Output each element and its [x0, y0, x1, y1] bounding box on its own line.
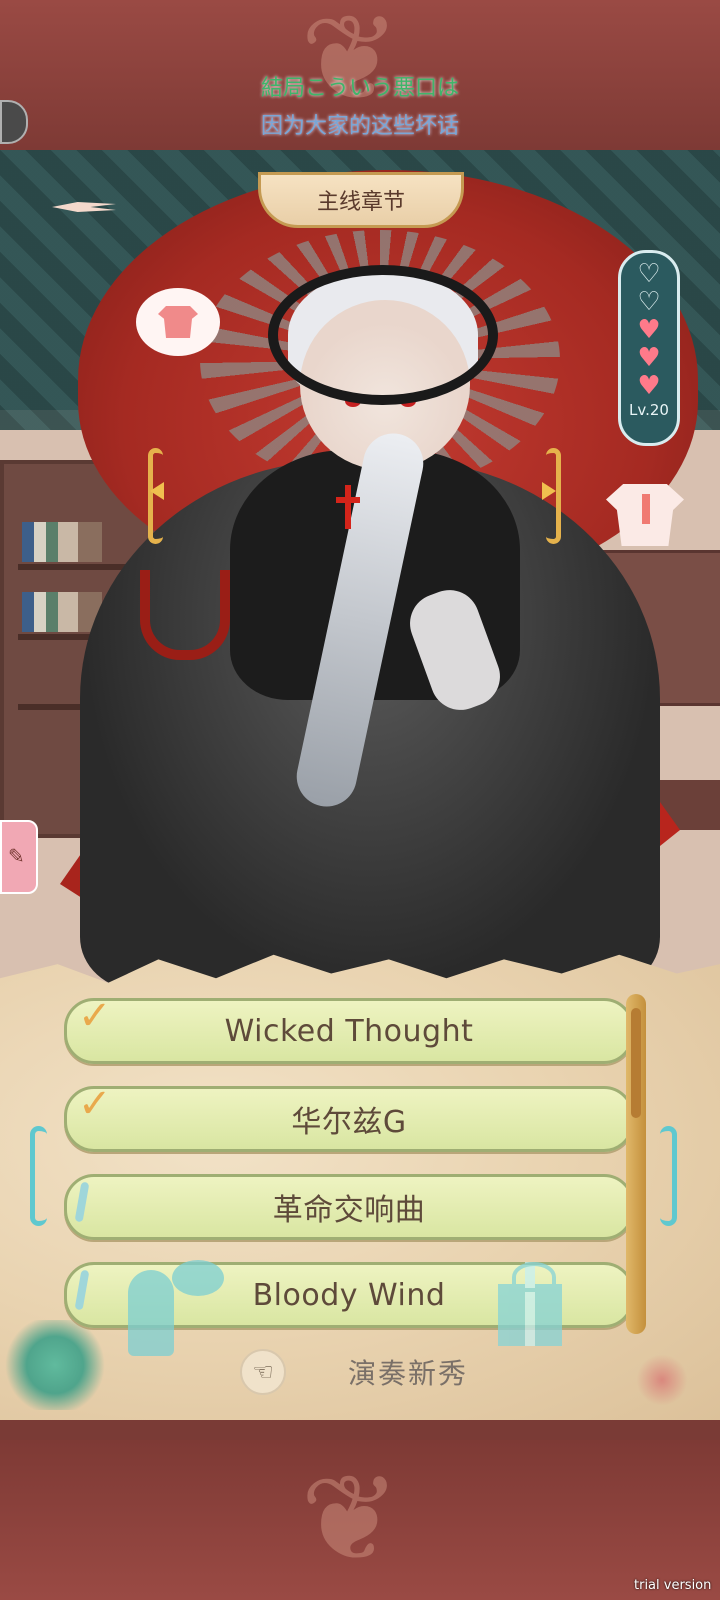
parasol-handle	[140, 570, 230, 660]
next-page-button[interactable]	[654, 1126, 698, 1226]
song-item[interactable]: 华尔兹G	[64, 1086, 634, 1152]
hand-icon: ☜	[240, 1349, 286, 1395]
chat-icon[interactable]	[128, 1260, 226, 1356]
chevron-right-icon	[542, 482, 556, 500]
gift-icon[interactable]	[498, 1262, 562, 1346]
chevron-left-icon	[150, 482, 164, 500]
song-item[interactable]: Wicked Thought	[64, 998, 634, 1064]
song-scrollbar-thumb[interactable]	[631, 1008, 641, 1118]
shirt-icon	[158, 306, 198, 338]
chapter-label: 主线章节	[316, 190, 405, 215]
heart-filled-icon: ♥	[637, 315, 661, 345]
dialogue-title: 結局こういう悪口は 因为大家的这些坏话	[228, 70, 492, 170]
bookcase-books	[22, 592, 102, 632]
dialogue-title-line2: 因为大家的这些坏话	[260, 114, 459, 139]
prev-outfit-button[interactable]	[110, 428, 176, 554]
level-label: Lv.20	[629, 401, 669, 419]
check-icon: ✓	[78, 993, 112, 1039]
cross-ornament	[336, 485, 360, 529]
chat-bubble-shape	[172, 1260, 224, 1296]
perform-button[interactable]: ☜ 演奏新秀	[240, 1346, 490, 1398]
song-label: Wicked Thought	[224, 1013, 474, 1049]
heart-filled-icon: ♥	[637, 343, 661, 373]
song-label: 华尔兹G	[291, 1105, 407, 1140]
perform-label: 演奏新秀	[348, 1357, 469, 1390]
heart-empty-icon: ♡	[637, 287, 661, 317]
shirt-tie	[642, 494, 650, 524]
note-icon[interactable]	[0, 820, 38, 894]
chat-person-shape	[128, 1270, 174, 1356]
check-icon: ✓	[78, 1081, 112, 1127]
heart-filled-icon: ♥	[637, 371, 661, 401]
chapter-plate[interactable]: 主线章节	[258, 172, 464, 228]
heart-empty-icon: ♡	[637, 259, 661, 289]
back-arrow-icon[interactable]	[40, 182, 118, 232]
paint-splash	[0, 1320, 110, 1410]
paint-splash	[632, 1350, 692, 1410]
song-label: 革命交响曲	[272, 1193, 426, 1228]
dialogue-title-line1: 結局こういう悪口は	[260, 76, 459, 101]
prev-page-button[interactable]	[10, 1126, 54, 1226]
gift-bow	[512, 1262, 556, 1292]
bottom-frame: ❦	[0, 1440, 720, 1600]
character-crown	[268, 265, 498, 405]
affection-meter[interactable]: ♡ ♡ ♥ ♥ ♥ Lv.20	[618, 250, 680, 446]
watermark: trial version	[634, 1578, 712, 1593]
bookcase-books	[22, 522, 102, 562]
song-label: Bloody Wind	[252, 1277, 446, 1313]
outfit-bubble[interactable]	[136, 288, 220, 356]
bottom-ornament: ❦	[300, 1450, 401, 1589]
song-item[interactable]: 革命交响曲	[64, 1174, 634, 1240]
